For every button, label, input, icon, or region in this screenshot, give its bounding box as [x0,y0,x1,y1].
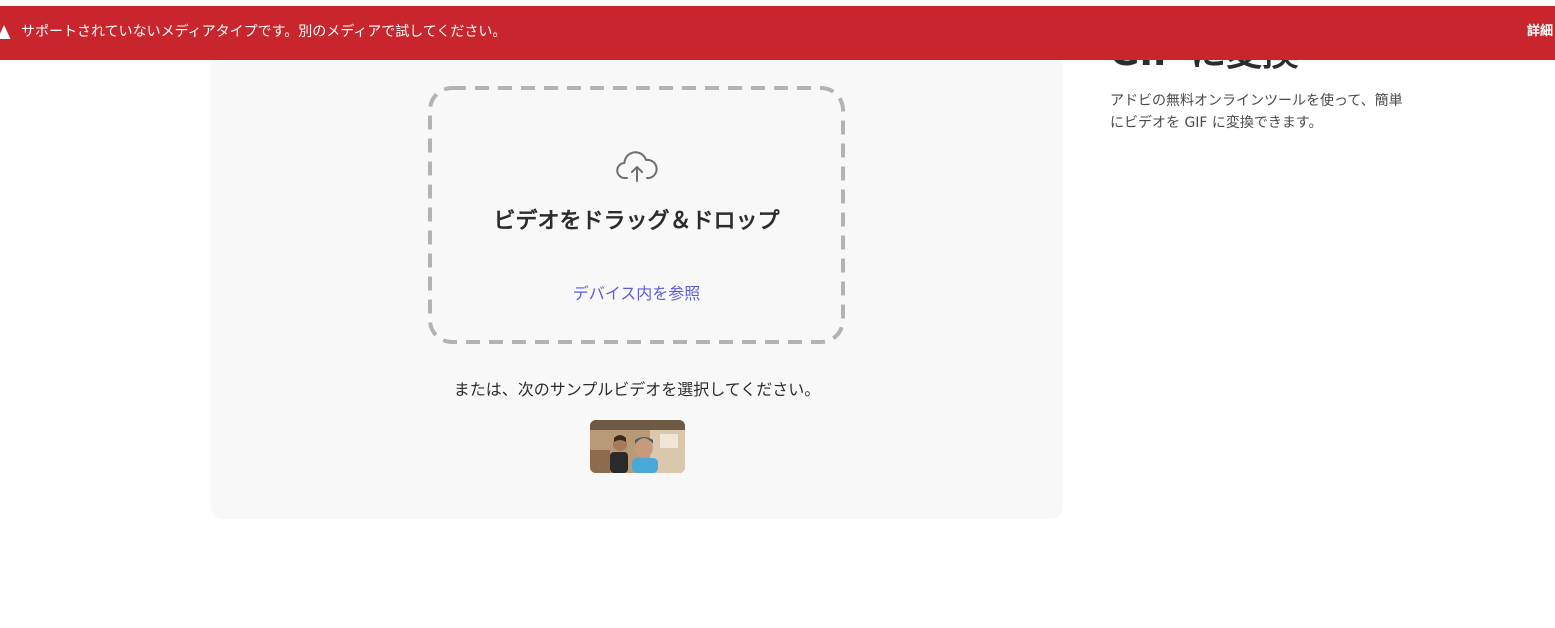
browse-device-link[interactable]: デバイス内を参照 [428,283,845,305]
page-description: アドビの無料オンラインツールを使って、簡単にビデオを GIF に変換できます。 [1110,93,1403,131]
sample-video-image [590,420,685,473]
warning-icon [0,25,11,39]
dropzone-title: ビデオをドラッグ＆ドロップ [493,209,780,234]
sample-video-prompt: または、次のサンプルビデオを選択してください。 [453,380,821,399]
toast-message: サポートされていないメディアタイプです。別のメディアで試してください。 [21,24,507,40]
toast-details-link[interactable]: 詳細 [1527,23,1555,41]
cloud-upload-icon [616,151,658,182]
error-toast: サポートされていないメディアタイプです。別のメディアで試してください。 詳細 [0,6,1555,60]
video-dropzone[interactable]: ビデオをドラッグ＆ドロップ デバイス内を参照 [428,86,845,344]
sample-video-thumbnail[interactable] [590,420,685,473]
